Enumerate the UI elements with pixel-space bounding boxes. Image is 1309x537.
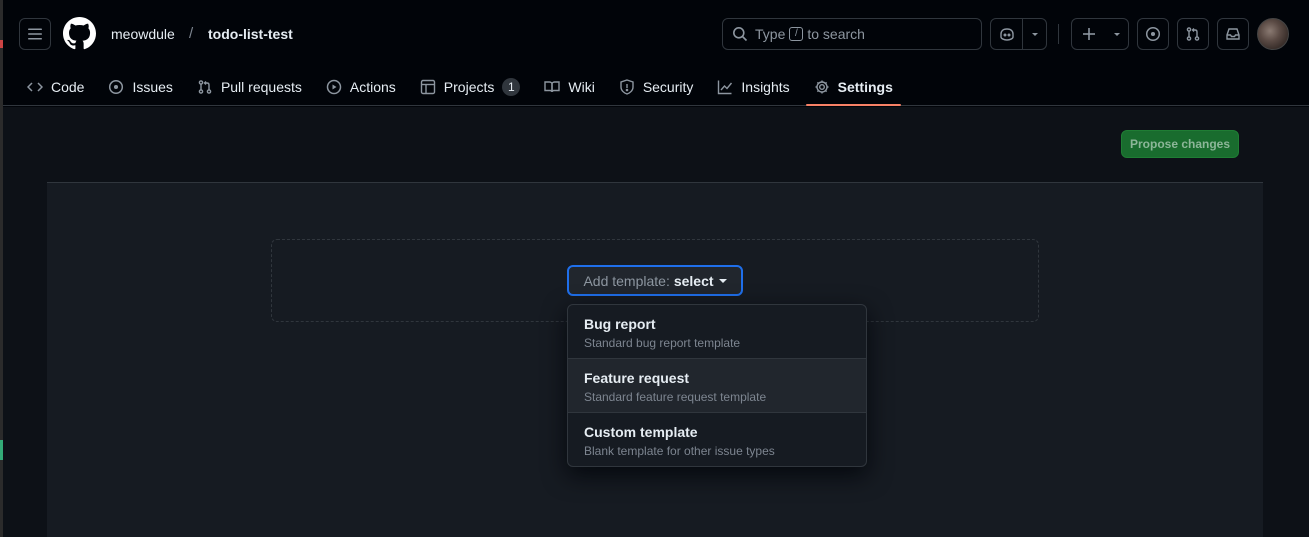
- global-header: meowdule / todo-list-test Type / to sear…: [3, 0, 1309, 106]
- menu-item-description: Blank template for other issue types: [584, 444, 775, 458]
- git-pull-request-icon: [198, 80, 212, 94]
- template-button-value: select: [673, 272, 714, 289]
- inbox-button[interactable]: [1217, 18, 1249, 50]
- propose-changes-button[interactable]: Propose changes: [1121, 130, 1239, 158]
- tab-label: Settings: [837, 79, 893, 95]
- menu-item-custom-template[interactable]: Custom template Blank template for other…: [568, 413, 866, 466]
- caret-down-icon: [718, 278, 727, 283]
- pull-requests-button[interactable]: [1177, 18, 1209, 50]
- main-content: Propose changes Add template: select Bug…: [3, 107, 1309, 537]
- menu-item-title: Bug report: [584, 316, 656, 332]
- tab-projects[interactable]: Projects 1: [412, 68, 529, 106]
- table-icon: [420, 79, 435, 95]
- search-placeholder-before: Type: [755, 26, 786, 42]
- code-icon: [27, 82, 43, 92]
- tab-label: Security: [642, 79, 694, 95]
- copilot-icon: [999, 28, 1014, 41]
- menu-item-feature-request[interactable]: Feature request Standard feature request…: [568, 359, 866, 413]
- tab-wiki[interactable]: Wiki: [536, 68, 602, 106]
- menu-item-title: Feature request: [584, 370, 690, 386]
- git-pull-request-icon: [1186, 27, 1200, 41]
- user-avatar[interactable]: [1257, 18, 1289, 50]
- tab-settings[interactable]: Settings: [805, 68, 902, 106]
- tab-label: Issues: [132, 79, 173, 95]
- play-icon: [326, 79, 342, 95]
- tab-security[interactable]: Security: [611, 68, 702, 106]
- menu-item-description: Standard bug report template: [584, 336, 741, 350]
- add-template-select-button[interactable]: Add template: select: [567, 265, 743, 296]
- book-icon: [544, 81, 561, 93]
- tab-label: Wiki: [568, 79, 595, 95]
- triangle-down-icon: [1114, 33, 1120, 36]
- menu-item-title: Custom template: [584, 424, 698, 440]
- header-divider: [1058, 24, 1059, 44]
- tab-pull-requests[interactable]: Pull requests: [189, 68, 310, 106]
- search-shortcut-key: /: [789, 27, 804, 41]
- triangle-down-icon: [1031, 33, 1038, 36]
- github-logo-icon[interactable]: [63, 17, 96, 50]
- breadcrumb-repo[interactable]: todo-list-test: [208, 26, 293, 42]
- copilot-split-button[interactable]: [990, 18, 1047, 50]
- template-dropdown-menu: Bug report Standard bug report template …: [567, 304, 867, 467]
- tab-code[interactable]: Code: [19, 68, 92, 106]
- search-placeholder-after: to search: [807, 26, 865, 42]
- tab-actions[interactable]: Actions: [318, 68, 404, 106]
- template-editor-panel: Add template: select Bug report Standard…: [47, 182, 1263, 537]
- breadcrumb-owner[interactable]: meowdule: [111, 26, 175, 42]
- plus-button[interactable]: [1072, 19, 1106, 49]
- menu-item-bug-report[interactable]: Bug report Standard bug report template: [568, 305, 866, 359]
- plus-icon: [1083, 28, 1095, 40]
- gear-icon: [815, 80, 829, 94]
- create-dropdown-button[interactable]: [1106, 19, 1128, 49]
- shield-icon: [620, 79, 634, 95]
- tab-label: Projects: [443, 79, 495, 95]
- repo-tabs: Code Issues Pull requests Actions Projec…: [19, 68, 909, 106]
- tab-label: Insights: [741, 79, 790, 95]
- copilot-dropdown-button[interactable]: [1023, 19, 1046, 49]
- projects-counter: 1: [502, 78, 521, 96]
- copilot-button[interactable]: [991, 19, 1023, 49]
- search-icon: [733, 27, 748, 42]
- three-bars-icon: [28, 28, 42, 40]
- graph-icon: [718, 80, 733, 95]
- breadcrumb-separator: /: [189, 25, 194, 42]
- issues-button[interactable]: [1137, 18, 1169, 50]
- tab-label: Pull requests: [220, 79, 302, 95]
- search-input[interactable]: Type / to search: [722, 18, 982, 50]
- issue-opened-icon: [1145, 26, 1161, 42]
- tab-issues[interactable]: Issues: [100, 68, 180, 106]
- tab-label: Actions: [349, 79, 396, 95]
- create-new-button[interactable]: [1071, 18, 1129, 50]
- menu-item-description: Standard feature request template: [584, 390, 767, 404]
- tab-insights[interactable]: Insights: [709, 68, 797, 106]
- template-button-prefix: Add template:: [583, 272, 670, 289]
- hamburger-menu-button[interactable]: [19, 18, 51, 50]
- tab-label: Code: [51, 79, 85, 95]
- issue-opened-icon: [109, 79, 124, 95]
- inbox-icon: [1226, 28, 1240, 40]
